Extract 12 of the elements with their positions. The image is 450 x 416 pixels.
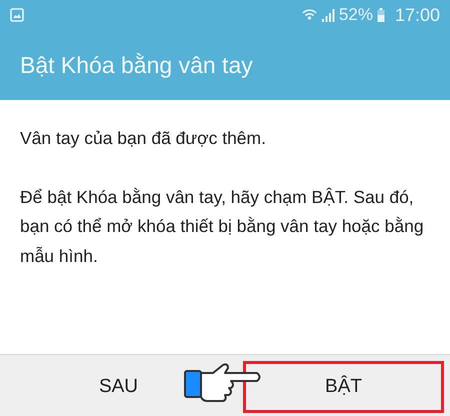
message-text: Vân tay của bạn đã được thêm.	[20, 127, 267, 150]
gallery-icon	[10, 8, 24, 22]
clock-time: 17:00	[394, 4, 440, 26]
pointing-hand-icon	[183, 363, 261, 405]
signal-icon	[320, 8, 335, 22]
message-text: Để bật Khóa bằng vân tay, hãy chạm BẬT. Sau đó, bạn có thể mở khóa thiết bị bằng vân tay hoặc bằng mẫu hình.	[20, 186, 425, 268]
dialog-button[interactable]: BẬT	[243, 361, 444, 413]
wifi-icon	[302, 8, 317, 22]
screen-title: Bật Khóa bằng vân tay	[20, 52, 253, 78]
battery-icon	[376, 8, 385, 22]
dialog-button[interactable]: SAU	[0, 361, 237, 413]
battery-percentage: 52%	[338, 5, 373, 25]
